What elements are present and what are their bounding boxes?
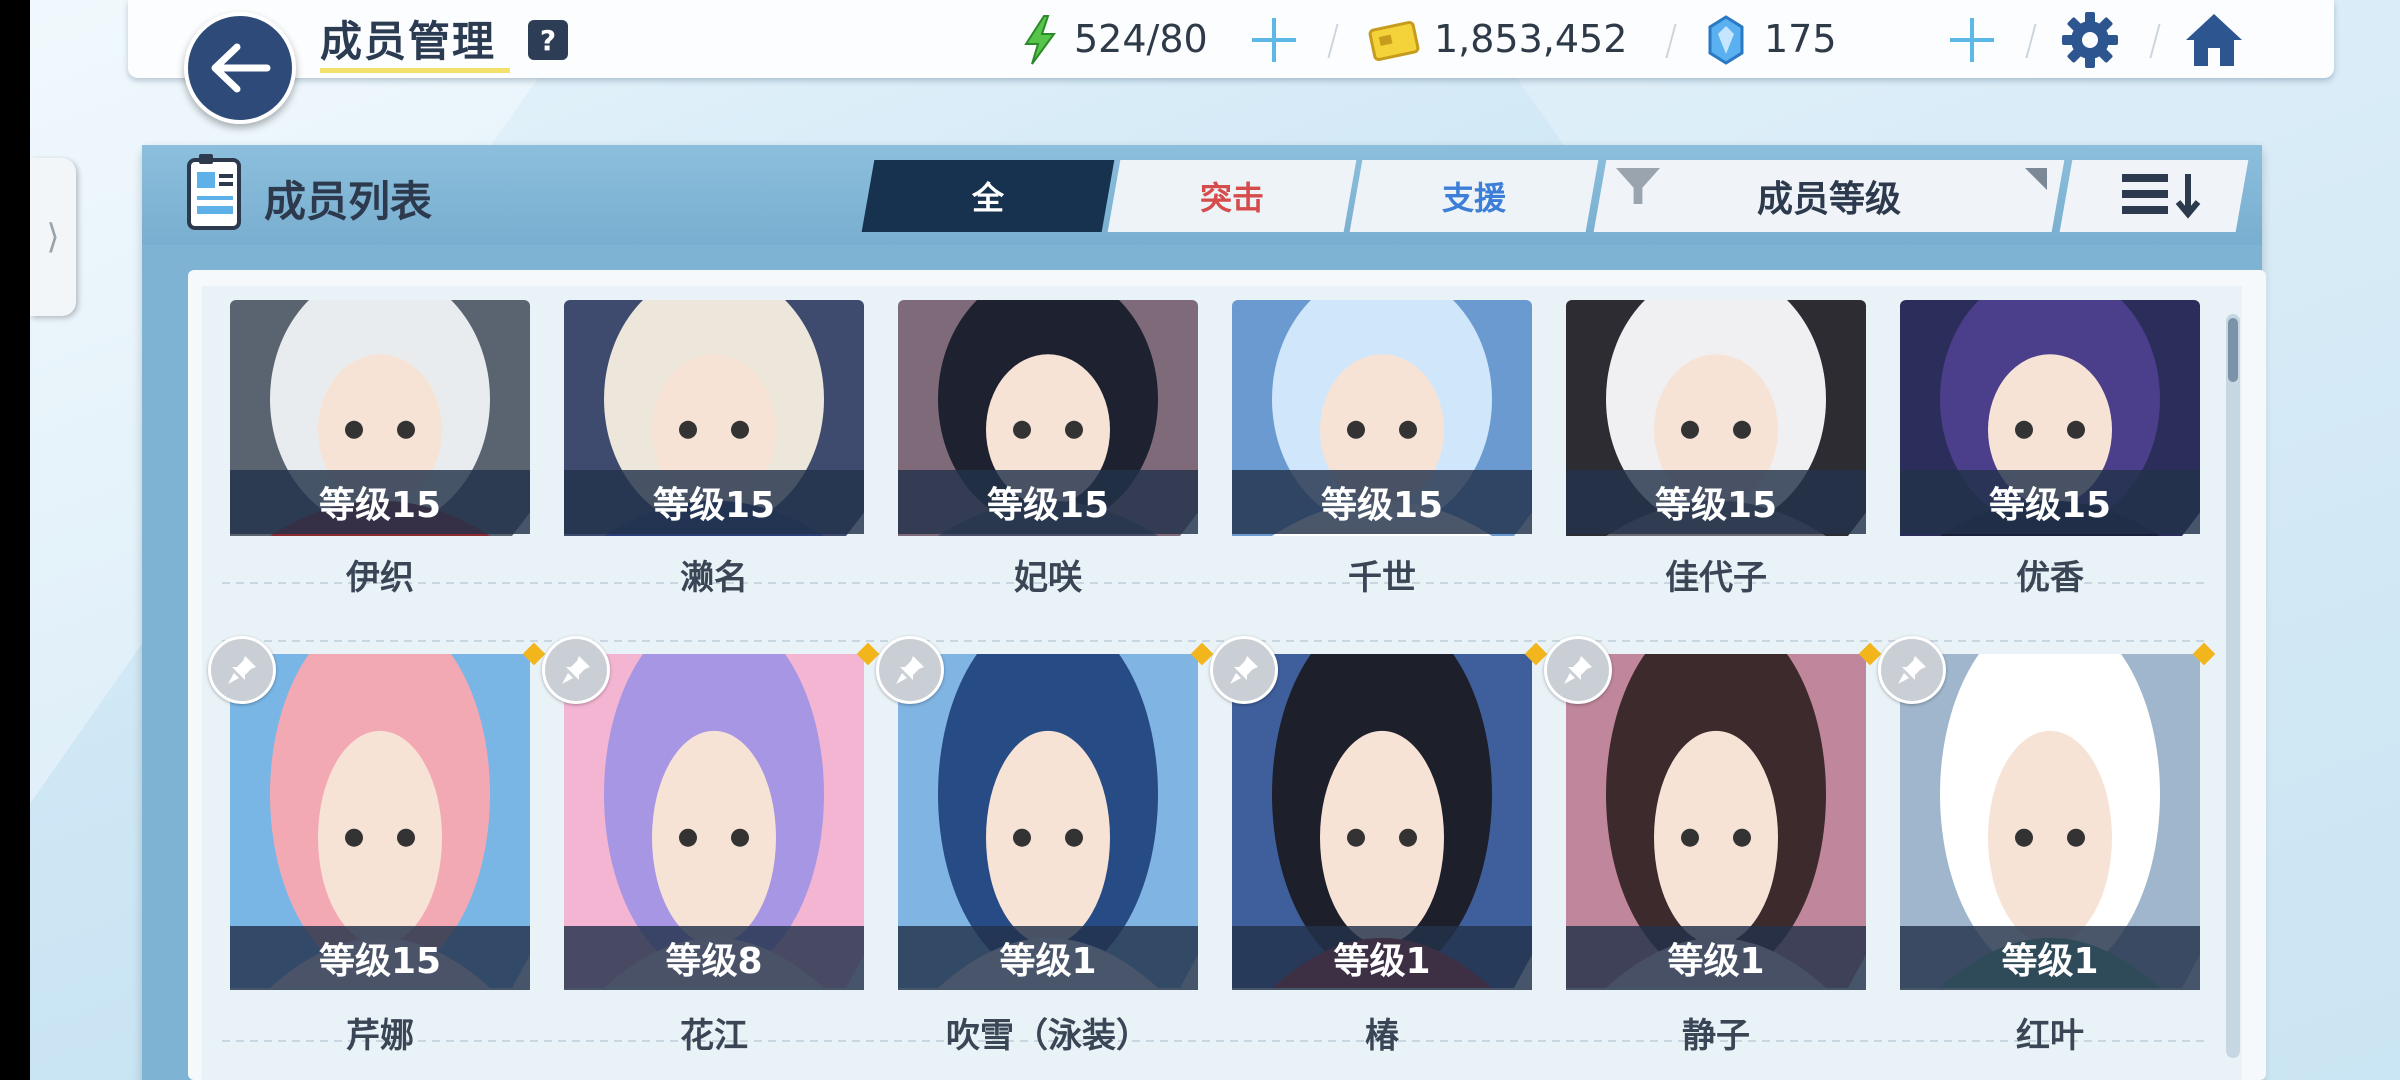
level-badge: 等级1 [898,926,1198,990]
member-card-icon [187,154,241,230]
level-badge: 等级15 [1900,470,2200,534]
sort-label: 成员等级 [1756,179,1901,220]
lightning-icon [1024,15,1056,65]
credits-counter: 1,853,452 [1434,17,1628,61]
level-badge: 等级15 [1566,470,1866,534]
sort-descending-icon [2122,174,2201,219]
level-badge: 等级15 [230,926,530,990]
pyroxene-gem-icon [1708,15,1744,65]
gear-icon[interactable] [2060,10,2120,70]
tab-label: 突击 [1199,179,1264,217]
level-badge: 等级15 [564,470,864,534]
level-badge: 等级15 [1232,470,1532,534]
pin-icon[interactable] [876,636,944,704]
page-title: 成员管理 [320,17,497,66]
ap-counter: 524/80 [1074,17,1208,61]
arrow-left-icon [211,43,271,93]
side-drawer-handle[interactable]: ⟩ [30,158,76,316]
character-name: 红叶 [2016,1016,2084,1056]
pin-icon[interactable] [542,636,610,704]
pin-icon[interactable] [1210,636,1278,704]
level-badge: 等级15 [898,470,1198,534]
character-name: 伊织 [346,558,414,598]
tab-all[interactable]: 全 [861,160,1115,232]
scrollbar-thumb[interactable] [2228,318,2238,382]
scrollbar[interactable] [2226,314,2240,1058]
character-name: 芹娜 [346,1016,414,1056]
game-screen: 成员管理 ? 524/80 1,853,452 175 ⟩ 成员列表 全 突击 … [30,0,2400,1080]
add-ap-button[interactable] [1252,18,1296,62]
tab-label: 支援 [1441,179,1506,217]
level-badge: 等级1 [1900,926,2200,990]
tab-special[interactable]: 支援 [1349,160,1599,232]
home-icon[interactable] [2182,10,2246,70]
pin-icon[interactable] [1544,636,1612,704]
character-name: 花江 [680,1016,748,1056]
character-name: 吹雪（泳装） [946,1016,1150,1056]
pin-icon[interactable] [1878,636,1946,704]
level-badge: 等级1 [1566,926,1866,990]
character-name: 优香 [2016,558,2084,598]
character-name: 椿 [1365,1016,1399,1056]
dropdown-corner-icon [2025,168,2047,190]
panel-title: 成员列表 [264,177,433,226]
tab-striker[interactable]: 突击 [1107,160,1357,232]
character-name: 静子 [1682,1016,1750,1056]
title-underline [320,68,510,73]
character-name: 妃咲 [1014,558,1082,598]
add-pyroxene-button[interactable] [1950,18,1994,62]
help-button[interactable]: ? [528,20,568,60]
tab-label: 全 [971,179,1004,217]
character-name: 佳代子 [1665,558,1767,598]
level-badge: 等级8 [564,926,864,990]
credit-card-icon [1368,20,1420,62]
pin-icon[interactable] [208,636,276,704]
character-name: 千世 [1348,558,1416,598]
level-badge: 等级1 [1232,926,1532,990]
chevron-right-icon: ⟩ [46,217,60,257]
level-badge: 等级15 [230,470,530,534]
character-name: 濑名 [680,558,748,598]
pyroxene-counter: 175 [1764,17,1837,61]
back-button[interactable] [184,12,296,124]
